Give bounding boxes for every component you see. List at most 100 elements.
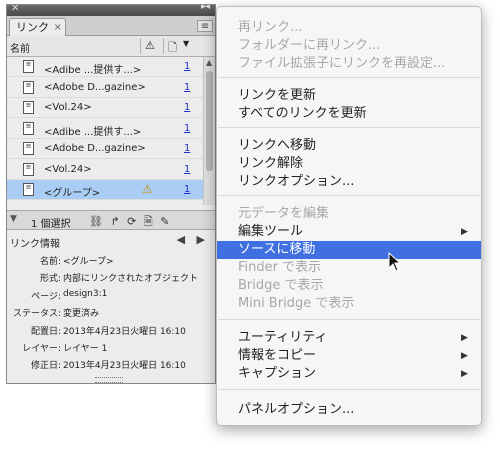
menu-item: Finder で表示 — [217, 259, 481, 277]
info-value: 内部にリンクされたオブジェクト — [63, 274, 199, 285]
menu-item-label: ソースに移動 — [238, 242, 316, 257]
menu-separator — [218, 319, 480, 320]
menu-item-label: 情報をコピー — [238, 348, 317, 363]
list-scrollbar[interactable]: ▲ — [203, 57, 215, 205]
scroll-thumb[interactable] — [206, 71, 213, 171]
menu-item[interactable]: すべてのリンクを更新 — [217, 105, 481, 123]
info-value: レイヤー 1 — [63, 344, 108, 354]
info-value: 2013年4月23日火曜日 16:10 — [63, 326, 186, 337]
submenu-arrow-icon: ▶ — [461, 333, 468, 343]
links-panel: ✕ ▸◂ リンク × ≡ 名前 ⚠ 🗋 ▼ ≡ <Adibe ...提供す...>… — [6, 4, 216, 384]
page-link[interactable]: 1 — [184, 82, 190, 93]
link-name: <Vol.24> — [44, 163, 92, 175]
column-header: 名前 ⚠ 🗋 ▼ — [7, 36, 215, 57]
page-link[interactable]: 1 — [184, 184, 190, 195]
link-name: <Vol.24> — [44, 102, 92, 113]
info-key: 名前: — [39, 257, 61, 267]
menu-item[interactable]: リンクオプション... — [217, 173, 481, 191]
tab-links[interactable]: リンク × — [9, 18, 66, 36]
info-row: ページ: design3:1 — [7, 288, 213, 304]
menu-item[interactable]: パネルオプション... — [217, 401, 481, 419]
resize-grip[interactable] — [95, 377, 123, 383]
link-info-nav-icons[interactable]: ◀ ▶ — [177, 233, 209, 246]
info-key: 配置日: — [30, 326, 61, 337]
column-name-header[interactable]: 名前 — [10, 40, 30, 55]
menu-item-label: ユーティリティ — [238, 330, 328, 345]
info-value: 2013年4月23日火曜日 16:10 — [63, 361, 186, 372]
menu-item[interactable]: ユーティリティ ▶ — [217, 329, 481, 347]
sort-arrow-icon[interactable]: ▼ — [183, 39, 189, 48]
link-name: <Adobe D...gazine> — [44, 143, 146, 154]
collapse-icon[interactable]: ▸◂ — [201, 5, 210, 12]
document-icon: ≡ — [23, 101, 34, 114]
page-link[interactable]: 1 — [184, 143, 190, 154]
menu-item: ファイル拡張子にリンクを再設定... — [217, 55, 481, 73]
link-row[interactable]: ≡ <Adibe ...提供す...> 1 — [7, 119, 203, 139]
submenu-arrow-icon: ▶ — [461, 351, 468, 361]
page-link[interactable]: 1 — [184, 102, 190, 113]
menu-item-label: フォルダーに再リンク... — [238, 38, 381, 53]
menu-item-label: ファイル拡張子にリンクを再設定... — [238, 56, 446, 71]
menu-item-label: 再リンク... — [238, 20, 303, 35]
menu-item[interactable]: 編集ツール ▶ — [217, 223, 481, 241]
menu-item: フォルダーに再リンク... — [217, 37, 481, 55]
document-icon: ≡ — [23, 162, 34, 176]
link-tool-icons[interactable]: ⛓ ↱ ⟳ 🗎 ✎ — [89, 213, 171, 232]
info-value: design3:1 — [63, 288, 108, 299]
link-info-header: リンク情報 ◀ ▶ — [7, 233, 215, 250]
panel-title-bar[interactable]: ✕ ▸◂ — [7, 5, 215, 16]
modified-warning-icon[interactable]: ⚠ — [142, 182, 153, 196]
scroll-up-icon[interactable]: ▲ — [206, 58, 212, 67]
mouse-pointer-icon — [388, 252, 402, 272]
menu-item-label: Bridge で表示 — [238, 278, 324, 293]
menu-item[interactable]: リンクへ移動 — [217, 137, 481, 155]
selection-count: 1 個選択 — [31, 219, 71, 230]
info-key: レイヤー: — [22, 344, 61, 354]
page-column-icon[interactable]: 🗋 — [168, 39, 177, 58]
link-info-title: リンク情報 — [10, 239, 60, 250]
info-value: 変更済み — [63, 309, 100, 320]
menu-item[interactable]: リンクを更新 — [217, 87, 481, 105]
menu-separator — [218, 77, 480, 78]
menu-item[interactable]: リンク解除 — [217, 155, 481, 173]
link-name: <Adibe ...提供す...> — [44, 65, 142, 76]
menu-item-label: パネルオプション... — [238, 402, 355, 417]
links-list: ≡ <Adibe ...提供す...> 1 ≡ <Adobe D...gazine> 1 ≡… — [7, 57, 203, 205]
tab-close-icon[interactable]: × — [54, 19, 62, 36]
menu-item-label: すべてのリンクを更新 — [238, 106, 367, 121]
menu-item-label: リンクを更新 — [238, 88, 317, 103]
info-key: 修正日: — [30, 361, 61, 372]
show-info-toggle-icon[interactable]: ▼ — [10, 214, 17, 224]
menu-item[interactable]: キャプション ▶ — [217, 365, 481, 383]
page-link[interactable]: 1 — [184, 61, 190, 72]
warning-column-icon[interactable]: ⚠ — [145, 39, 155, 52]
page-link[interactable]: 1 — [184, 123, 190, 134]
info-row: 修正日: 2013年4月23日火曜日 16:10 — [7, 357, 213, 373]
menu-separator — [218, 127, 480, 128]
close-icon[interactable]: ✕ — [11, 5, 19, 14]
info-key: ステータス: — [12, 309, 61, 320]
document-icon: ≡ — [23, 183, 34, 196]
menu-separator — [218, 195, 480, 196]
link-name: <Adibe ...提供す...> — [44, 126, 142, 138]
panel-menu-button[interactable]: ≡ — [197, 20, 213, 32]
menu-item[interactable]: 情報をコピー ▶ — [217, 347, 481, 365]
status-bar: ▼ 1 個選択 ⛓ ↱ ⟳ 🗎 ✎ — [7, 210, 215, 230]
menu-item-label: リンクオプション... — [238, 174, 355, 189]
info-value: <グループ> — [63, 257, 114, 267]
link-row[interactable]: ≡ <Vol.24> 1 — [7, 98, 203, 118]
info-row: 形式: 内部にリンクされたオブジェクト — [7, 270, 213, 286]
menu-item[interactable]: ソースに移動 — [217, 241, 481, 259]
info-row: 配置日: 2013年4月23日火曜日 16:10 — [7, 323, 213, 339]
link-row[interactable]: ≡ <Vol.24> 1 — [7, 160, 203, 180]
menu-item: 再リンク... — [217, 19, 481, 37]
link-name: <グループ> — [44, 188, 101, 199]
document-icon: ≡ — [23, 121, 34, 135]
link-row[interactable]: ≡ <Adobe D...gazine> 1 — [7, 78, 203, 98]
page-link[interactable]: 1 — [184, 164, 190, 175]
document-icon: ≡ — [23, 142, 34, 155]
link-row[interactable]: ≡ <Adibe ...提供す...> 1 — [7, 57, 203, 77]
link-row[interactable]: ≡ <グループ> ⚠ 1 — [7, 180, 203, 200]
info-row: ステータス: 変更済み — [7, 305, 213, 321]
link-row[interactable]: ≡ <Adobe D...gazine> 1 — [7, 139, 203, 159]
